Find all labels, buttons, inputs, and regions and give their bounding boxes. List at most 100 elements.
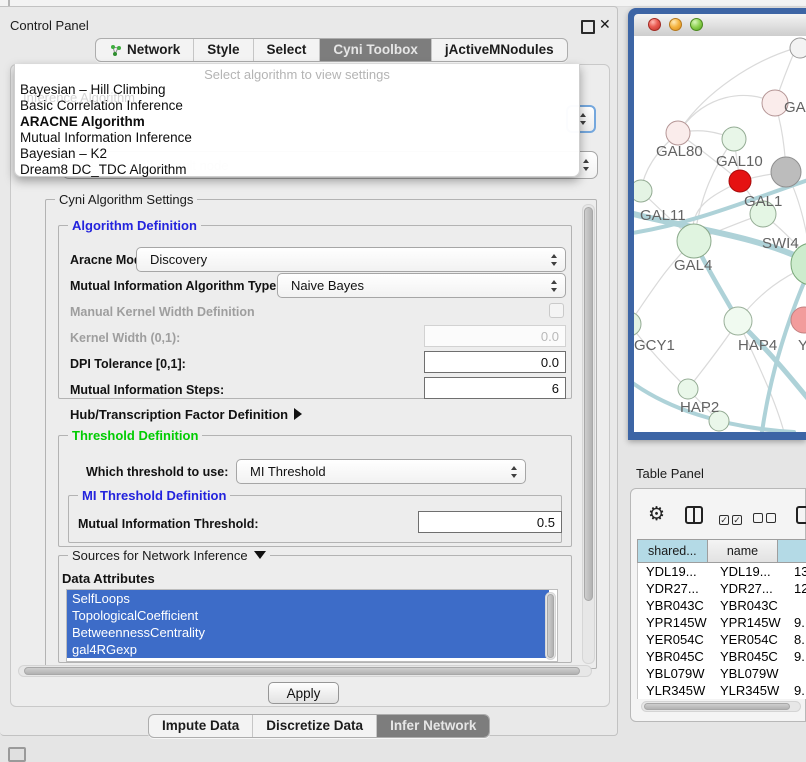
node-hap4[interactable] — [724, 307, 752, 335]
close-traffic-light[interactable] — [648, 18, 661, 31]
apply-button[interactable]: Apply — [268, 682, 339, 704]
column-header-name[interactable]: name — [708, 539, 779, 563]
node-red[interactable] — [729, 170, 751, 192]
docked-panel-icon[interactable] — [8, 747, 26, 762]
settings-vscrollbar[interactable] — [582, 204, 595, 664]
mi-threshold-label: Mutual Information Threshold: — [78, 517, 259, 531]
cell-name: YBR045C — [712, 648, 786, 665]
label-gal10: GAL10 — [716, 153, 763, 170]
cell-value — [786, 665, 806, 682]
manual-kernel-checkbox[interactable] — [549, 303, 564, 318]
tab-impute-data-label: Impute Data — [162, 715, 239, 737]
popup-item-aracne[interactable]: ARACNE Algorithm — [20, 114, 145, 130]
table-row[interactable]: YER054CYER054C8. — [638, 631, 806, 648]
network-icon — [109, 44, 122, 57]
list-vscrollbar-thumb[interactable] — [547, 594, 554, 658]
mi-type-combo[interactable]: Naive Bayes — [277, 273, 566, 298]
cell-value: 12 — [786, 580, 806, 597]
sources-legend-text: Sources for Network Inference — [72, 548, 248, 563]
gear-icon[interactable]: ⚙ — [648, 505, 665, 524]
network-canvas[interactable]: GAL GAL80 GAL10 GAL1 GAL11 SWI4 GAL4 GCY… — [634, 36, 806, 432]
mi-steps-field[interactable]: 6 — [424, 377, 566, 399]
label-gal1: GAL1 — [744, 193, 782, 210]
sources-legend[interactable]: Sources for Network Inference — [68, 548, 270, 563]
partial-toolbar-icon[interactable] — [795, 505, 806, 525]
list-item-topologicalcoefficient[interactable]: TopologicalCoefficient — [67, 607, 549, 624]
mi-threshold-field[interactable]: 0.5 — [418, 511, 562, 533]
tab-jactivemnodules[interactable]: jActiveMNodules — [432, 39, 567, 61]
node-gal11[interactable] — [634, 180, 652, 202]
table-panel-window: ⚙ ✓✓ shared... name YDL19...YDL19...13 Y… — [630, 488, 806, 722]
minimize-traffic-light[interactable] — [669, 18, 682, 31]
popup-item-bayesian-k2[interactable]: Bayesian – K2 — [20, 146, 107, 162]
list-item-betweennesscentrality[interactable]: BetweennessCentrality — [67, 624, 549, 641]
label-gal-partial: GAL — [784, 99, 806, 116]
table-row[interactable]: YBL079WYBL079W — [638, 665, 806, 682]
tab-cyni-toolbox[interactable]: Cyni Toolbox — [320, 39, 432, 61]
node-gray[interactable] — [771, 157, 801, 187]
table-row[interactable]: YLR345WYLR345W9. — [638, 682, 806, 699]
cell-shared: YDL19... — [638, 563, 712, 580]
list-item-gal4rgexp[interactable]: gal4RGexp — [67, 641, 549, 658]
cell-name: YDR27... — [712, 580, 786, 597]
table-hscrollbar-thumb[interactable] — [644, 703, 790, 710]
node-gal4[interactable] — [677, 224, 711, 258]
network-window-titlebar[interactable] — [634, 14, 806, 37]
cell-shared: YBL079W — [638, 665, 712, 682]
combo-arrows-icon — [551, 280, 558, 292]
cell-value: 9. — [786, 614, 806, 631]
node-gal80[interactable] — [666, 121, 690, 145]
popup-item-mutual-information[interactable]: Mutual Information Inference — [20, 130, 192, 146]
settings-hscrollbar-thumb[interactable] — [24, 667, 580, 675]
label-y-partial: Y — [798, 337, 806, 354]
table-row[interactable]: YDR27...YDR27...12 — [638, 580, 806, 597]
label-gal4: GAL4 — [674, 257, 712, 274]
popup-item-dream8[interactable]: Dream8 DC_TDC Algorithm — [20, 162, 187, 178]
cyni-algorithm-settings-legend: Cyni Algorithm Settings — [55, 192, 197, 207]
tab-infer-network[interactable]: Infer Network — [377, 715, 489, 737]
node-gal10[interactable] — [722, 127, 746, 151]
tab-select-label: Select — [267, 39, 307, 61]
tab-cyni-toolbox-label: Cyni Toolbox — [333, 39, 418, 61]
kernel-width-field[interactable]: 0.0 — [424, 325, 566, 347]
zoom-traffic-light[interactable] — [690, 18, 703, 31]
node-unlabeled[interactable] — [790, 38, 806, 58]
aracne-mode-combo[interactable]: Discovery — [136, 247, 566, 272]
float-panel-icon[interactable] — [581, 20, 595, 34]
label-gcy1: GCY1 — [634, 337, 675, 354]
table-row[interactable]: YBR043CYBR043C — [638, 597, 806, 614]
cell-name: YBL079W — [712, 665, 786, 682]
which-threshold-combo[interactable]: MI Threshold — [236, 459, 526, 484]
list-item-selfloops[interactable]: SelfLoops — [67, 590, 549, 607]
tab-network[interactable]: Network — [96, 39, 194, 61]
popup-item-bayesian-hill-climbing[interactable]: Bayesian – Hill Climbing — [20, 82, 166, 98]
dpi-tolerance-label: DPI Tolerance [0,1]: — [70, 357, 186, 371]
column-header-shared[interactable]: shared... — [637, 539, 708, 563]
list-vscrollbar[interactable] — [545, 592, 556, 660]
table-row[interactable]: YPR145WYPR145W9. — [638, 614, 806, 631]
settings-hscrollbar[interactable] — [18, 665, 592, 677]
tab-jactivemnodules-label: jActiveMNodules — [445, 39, 554, 61]
column-layout-icon[interactable] — [684, 505, 704, 525]
node-hap2[interactable] — [678, 379, 698, 399]
select-all-checks-icon[interactable]: ✓✓ — [719, 510, 742, 528]
hub-definition-toggle[interactable]: Hub/Transcription Factor Definition — [70, 407, 302, 422]
tab-discretize-data[interactable]: Discretize Data — [253, 715, 377, 737]
node-gcy1[interactable] — [634, 312, 641, 336]
deselect-all-boxes-icon[interactable] — [753, 510, 776, 528]
table-row[interactable]: YDL19...YDL19...13 — [638, 563, 806, 580]
dpi-tolerance-field[interactable]: 0.0 — [424, 351, 566, 373]
table-hscrollbar[interactable] — [641, 701, 801, 712]
data-attributes-list: SelfLoops TopologicalCoefficient Between… — [66, 589, 558, 662]
popup-item-basic-correlation[interactable]: Basic Correlation Inference — [20, 98, 183, 114]
label-swi4: SWI4 — [762, 235, 799, 252]
tab-impute-data[interactable]: Impute Data — [149, 715, 253, 737]
cell-shared: YBR043C — [638, 597, 712, 614]
tab-style[interactable]: Style — [194, 39, 253, 61]
close-panel-icon[interactable]: ✕ — [599, 16, 611, 33]
table-row[interactable]: YBR045CYBR045C9. — [638, 648, 806, 665]
algorithm-dropdown-popup: Inference Algorithm Select algorithm to … — [14, 64, 580, 177]
tab-select[interactable]: Select — [254, 39, 321, 61]
column-header-partial[interactable] — [778, 539, 806, 563]
settings-vscrollbar-thumb[interactable] — [584, 207, 593, 601]
